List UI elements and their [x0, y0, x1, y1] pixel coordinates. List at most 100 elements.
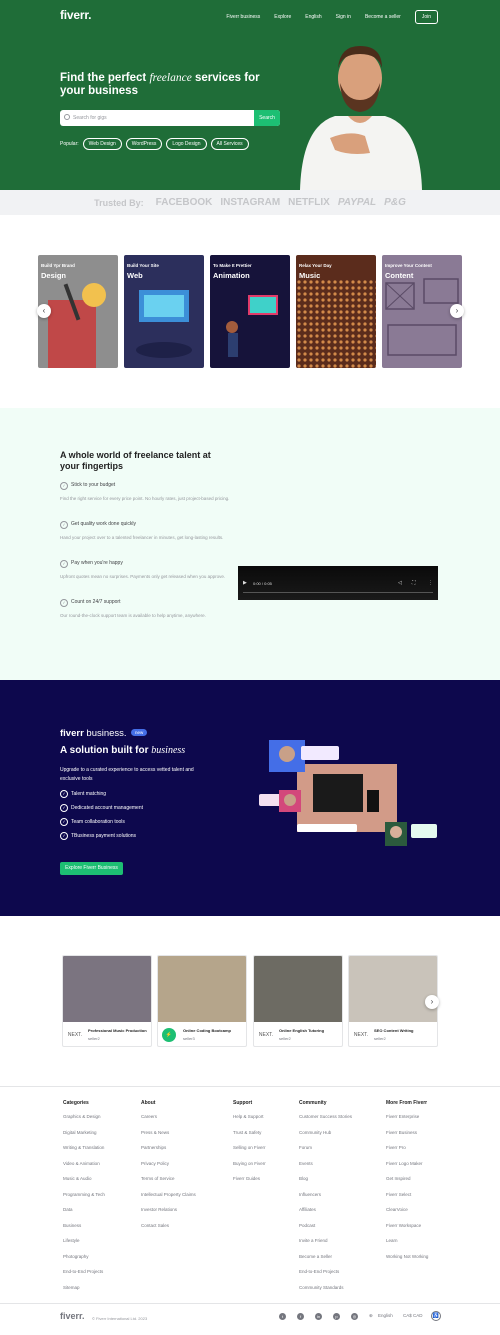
footer-link[interactable]: Help & Support	[233, 1114, 266, 1130]
footer-link[interactable]: Fiverr Guides	[233, 1176, 266, 1192]
footer-link[interactable]: Digital Marketing	[63, 1130, 105, 1146]
twitter-icon[interactable]: t	[279, 1313, 286, 1320]
accessibility-icon[interactable]: ♿	[431, 1311, 441, 1321]
footer-link[interactable]: Customer Success Stories	[299, 1114, 352, 1130]
footer-link[interactable]: Fiverr Select	[386, 1192, 428, 1208]
footer-link[interactable]: Data	[63, 1207, 105, 1223]
gig-seller[interactable]: seller2	[88, 1036, 100, 1041]
gig-seller[interactable]: seller2	[374, 1036, 386, 1041]
pinterest-icon[interactable]: p	[333, 1313, 340, 1320]
instagram-icon[interactable]: ◎	[351, 1313, 358, 1320]
gig-card[interactable]: NEXT. Professional Music Production sell…	[62, 955, 152, 1047]
footer-logo[interactable]: fiverr.	[60, 1311, 85, 1321]
category-next-arrow[interactable]: ›	[450, 304, 464, 318]
footer-link[interactable]: Fiverr Workspace	[386, 1223, 428, 1239]
footer-link[interactable]: End-to-End Projects	[299, 1269, 352, 1285]
footer-link[interactable]: Community Standards	[299, 1285, 352, 1301]
footer-link[interactable]: Careers	[141, 1114, 196, 1130]
tag-web-design[interactable]: Web Design	[82, 138, 122, 150]
facebook-icon[interactable]: f	[297, 1313, 304, 1320]
footer-link[interactable]: Become a Seller	[299, 1254, 352, 1270]
footer-link[interactable]: Business	[63, 1223, 105, 1239]
nav-english[interactable]: English	[305, 14, 321, 20]
footer-link[interactable]: Terms of Service	[141, 1176, 196, 1192]
tag-logo-design[interactable]: Logo Design	[166, 138, 207, 150]
business-list-item: Team collaboration tools	[60, 818, 125, 826]
footer-link[interactable]: Affiliates	[299, 1207, 352, 1223]
footer-link[interactable]: Investor Relations	[141, 1207, 196, 1223]
footer-link[interactable]: Learn	[386, 1238, 428, 1254]
mute-icon[interactable]: ◁	[398, 580, 402, 586]
footer-link[interactable]: Partnerships	[141, 1145, 196, 1161]
gig-title[interactable]: Professional Music Production	[88, 1028, 147, 1033]
footer-link[interactable]: Influencers	[299, 1192, 352, 1208]
nav-become-seller[interactable]: Become a seller	[365, 14, 401, 20]
nav-fiverr-business[interactable]: Fiverr business	[226, 14, 260, 20]
currency-selector[interactable]: CA$ CAD	[403, 1313, 423, 1318]
category-card-web[interactable]: Build Your Site Web	[124, 255, 204, 368]
search-button[interactable]: Search	[254, 110, 280, 126]
tag-all-services[interactable]: All Services	[210, 138, 249, 150]
footer-link[interactable]: Photography	[63, 1254, 105, 1270]
footer-link[interactable]: Fiverr Pro	[386, 1145, 428, 1161]
footer-link[interactable]: Graphics & Design	[63, 1114, 105, 1130]
footer-link[interactable]: Music & Audio	[63, 1176, 105, 1192]
popular-label: Popular:	[60, 141, 79, 147]
footer-link[interactable]: Programming & Tech	[63, 1192, 105, 1208]
fiverr-logo[interactable]: fiverr.	[60, 8, 91, 22]
video-player[interactable]: ▶ 0:00 / 0:05 ◁ ⛶ ⋮	[238, 566, 438, 600]
footer-link[interactable]: Privacy Policy	[141, 1161, 196, 1177]
footer-link[interactable]: Get Inspired	[386, 1176, 428, 1192]
footer-link[interactable]: Community Hub	[299, 1130, 352, 1146]
play-icon[interactable]: ▶	[243, 580, 247, 586]
category-card-animation[interactable]: To Make It Prettier Animation	[210, 255, 290, 368]
gig-seller[interactable]: seller3	[183, 1036, 195, 1041]
nav-explore[interactable]: Explore	[274, 14, 291, 20]
footer-link[interactable]: Fiverr Business	[386, 1130, 428, 1146]
footer-link[interactable]: End-to-End Projects	[63, 1269, 105, 1285]
gig-seller[interactable]: seller2	[279, 1036, 291, 1041]
fullscreen-icon[interactable]: ⛶	[412, 580, 416, 586]
footer-link[interactable]: Intellectual Property Claims	[141, 1192, 196, 1208]
search-input[interactable]: Search for gigs	[73, 115, 107, 121]
gig-title[interactable]: SEO Content Writing	[374, 1028, 413, 1033]
tag-wordpress[interactable]: WordPress	[125, 138, 163, 150]
video-progress-track[interactable]	[243, 592, 433, 593]
footer-col-title: About	[141, 1100, 156, 1106]
footer-link[interactable]: Events	[299, 1161, 352, 1177]
gig-title[interactable]: Online English Tutoring	[279, 1028, 324, 1033]
footer-link[interactable]: Fiverr Logo Maker	[386, 1161, 428, 1177]
footer-link[interactable]: Fiverr Enterprise	[386, 1114, 428, 1130]
footer-link[interactable]: Sitemap	[63, 1285, 105, 1301]
footer-link[interactable]: Lifestyle	[63, 1238, 105, 1254]
gig-title[interactable]: Online Coding Bootcamp	[183, 1028, 231, 1033]
footer-link[interactable]: Working Not Working	[386, 1254, 428, 1270]
footer-link[interactable]: Trust & Safety	[233, 1130, 266, 1146]
language-selector[interactable]: English	[378, 1313, 393, 1318]
category-prev-arrow[interactable]: ‹	[37, 304, 51, 318]
footer-link[interactable]: Podcast	[299, 1223, 352, 1239]
gigs-next-arrow[interactable]: ›	[425, 995, 439, 1009]
footer-link[interactable]: Writing & Translation	[63, 1145, 105, 1161]
category-card-music[interactable]: Relax Your Day Music	[296, 255, 376, 368]
more-icon[interactable]: ⋮	[428, 580, 433, 586]
footer-link[interactable]: Forum	[299, 1145, 352, 1161]
business-title: A solution built for business	[60, 745, 185, 756]
footer-link[interactable]: ClearVoice	[386, 1207, 428, 1223]
footer-link[interactable]: Selling on Fiverr	[233, 1145, 266, 1161]
category-sub: Build Ypr Brand	[41, 263, 75, 268]
footer-link[interactable]: Press & News	[141, 1130, 196, 1146]
footer-link[interactable]: Contact Sales	[141, 1223, 196, 1239]
gig-card[interactable]: NEXT. Online English Tutoring seller2	[253, 955, 343, 1047]
explore-business-button[interactable]: Explore Fiverr Business	[60, 862, 123, 875]
footer-link[interactable]: Blog	[299, 1176, 352, 1192]
footer-col-title: Categories	[63, 1100, 89, 1106]
footer-link[interactable]: Invite a Friend	[299, 1238, 352, 1254]
trusted-by-bar: Trusted By: FACEBOOK INSTAGRAM NETFLIX P…	[0, 190, 500, 215]
footer-link[interactable]: Buying on Fiverr	[233, 1161, 266, 1177]
join-button[interactable]: Join	[414, 10, 438, 24]
linkedin-icon[interactable]: in	[315, 1313, 322, 1320]
footer-link[interactable]: Video & Animation	[63, 1161, 105, 1177]
gig-card[interactable]: ⚡ Online Coding Bootcamp seller3	[157, 955, 247, 1047]
nav-sign-in[interactable]: Sign in	[336, 14, 351, 20]
